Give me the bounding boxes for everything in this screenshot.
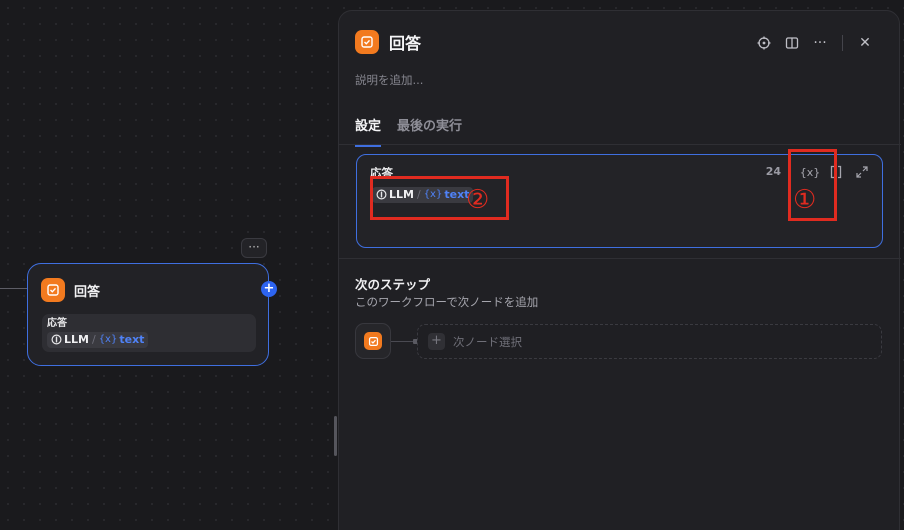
char-count: 24 bbox=[765, 165, 781, 178]
variable-separator: / bbox=[91, 332, 96, 346]
tabs-divider bbox=[339, 144, 901, 145]
node-more-button[interactable]: ··· bbox=[241, 238, 267, 258]
annotation-label-1: ① bbox=[793, 185, 817, 215]
tab-last-run[interactable]: 最後の実行 bbox=[397, 115, 462, 147]
panel-tabs: 設定 最後の実行 bbox=[355, 115, 462, 147]
node-header: 回答 bbox=[41, 278, 100, 302]
tab-settings[interactable]: 設定 bbox=[355, 115, 382, 147]
variable-source: LLM bbox=[64, 332, 89, 346]
panel-answer-icon bbox=[355, 30, 379, 54]
plus-icon: + bbox=[428, 333, 445, 350]
answer-node[interactable]: 回答 + 応答 LLM / {x} text bbox=[27, 263, 277, 366]
description-input[interactable]: 説明を追加... bbox=[355, 72, 423, 88]
docs-book-icon[interactable] bbox=[778, 33, 806, 53]
panel-actions: ··· ✕ bbox=[750, 33, 879, 53]
next-step-subtitle: このワークフローで次ノードを追加 bbox=[355, 295, 539, 309]
node-response-label: 応答 bbox=[47, 318, 67, 329]
panel-title[interactable]: 回答 bbox=[389, 30, 421, 54]
section-divider bbox=[339, 258, 901, 259]
next-node-select[interactable]: + 次ノード選択 bbox=[417, 324, 882, 359]
add-next-node-button[interactable]: + bbox=[261, 281, 277, 297]
current-node-icon-box bbox=[355, 323, 391, 359]
next-node-select-label: 次ノード選択 bbox=[453, 334, 522, 349]
answer-node-icon bbox=[41, 278, 65, 302]
next-step-title: 次のステップ bbox=[355, 277, 431, 292]
actions-divider bbox=[842, 35, 843, 51]
more-options-icon[interactable]: ··· bbox=[806, 33, 834, 53]
locate-node-icon[interactable] bbox=[750, 33, 778, 53]
variable-name: text bbox=[119, 332, 145, 346]
panel-resize-handle[interactable] bbox=[334, 416, 337, 456]
current-node-icon bbox=[364, 332, 382, 350]
node-settings-panel: 回答 ··· ✕ 説明を追加... 設定 最後の実行 応答 24 {x} LLM… bbox=[338, 10, 901, 530]
close-icon[interactable]: ✕ bbox=[851, 33, 879, 53]
annotation-label-2: ② bbox=[466, 185, 490, 215]
node-title: 回答 bbox=[74, 284, 101, 300]
node-variable-chip: LLM / {x} text bbox=[47, 331, 149, 348]
variable-badge-icon: {x} bbox=[98, 333, 118, 345]
expand-icon[interactable] bbox=[854, 164, 870, 180]
incoming-edge bbox=[0, 288, 28, 289]
node-response-preview: 応答 LLM / {x} text bbox=[42, 314, 256, 352]
panel-header: 回答 bbox=[355, 30, 421, 54]
llm-icon bbox=[51, 334, 62, 345]
